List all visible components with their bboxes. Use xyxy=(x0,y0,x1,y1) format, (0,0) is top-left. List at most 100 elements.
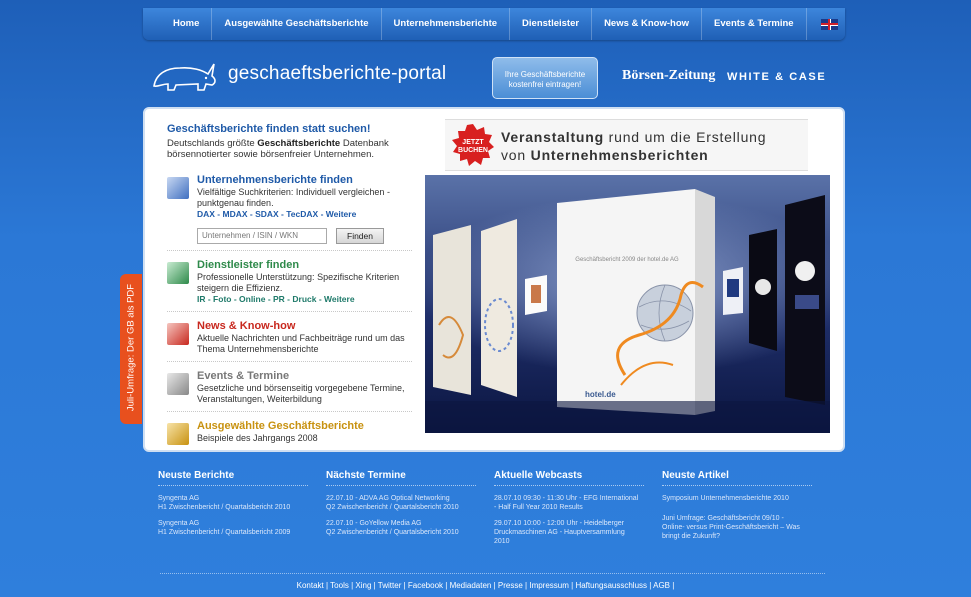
footer-entry[interactable]: 28.07.10 09:30 - 11:30 Uhr - EFG Interna… xyxy=(494,494,662,512)
section-desc: Professionelle Unterstützung: Spezifisch… xyxy=(197,272,400,293)
report-cover-left xyxy=(433,225,471,395)
banner-line1: Veranstaltung rund um die Erstellung xyxy=(501,129,766,145)
footer-link-kontakt[interactable]: Kontakt xyxy=(297,581,324,590)
footer-col-berichte: Neuste Berichte Syngenta AG H1 Zwischenb… xyxy=(158,470,326,546)
entry-line: Syngenta AG xyxy=(158,495,200,502)
main-panel: Geschäftsberichte finden statt suchen! D… xyxy=(143,107,845,452)
report-carousel: Geschäftsbericht 2009 der hotel.de AG ho… xyxy=(425,175,830,433)
footer-link-haftungsausschluss[interactable]: Haftungsausschluss xyxy=(575,581,647,590)
entry-line: Druckmaschinen AG - Hauptversammlung xyxy=(494,529,625,536)
report-showcase[interactable]: Geschäftsbericht 2009 der hotel.de AG ho… xyxy=(425,175,830,433)
footer-entry[interactable]: 22.07.10 - GoYellow Media AG Q2 Zwischen… xyxy=(326,519,494,537)
footer-col-title: Nächste Termine xyxy=(326,470,476,486)
entry-line: 29.07.10 10:00 - 12:00 Uhr - Heidelberge… xyxy=(494,520,624,527)
footer-columns: Neuste Berichte Syngenta AG H1 Zwischenb… xyxy=(158,470,838,546)
footer-entry[interactable]: Juni Umfrage: Geschäftsbericht 09/10 - O… xyxy=(662,514,830,541)
section-unternehmensberichte[interactable]: Unternehmensberichte finden Vielfältige … xyxy=(167,174,412,219)
service-providers-icon xyxy=(167,262,189,284)
section-title: Unternehmensberichte finden xyxy=(197,174,353,186)
index-links[interactable]: DAX - MDAX - SDAX - TecDAX - Weitere xyxy=(197,209,412,219)
section-events[interactable]: Events & Termine Gesetzliche und börsens… xyxy=(167,370,412,412)
site-logo[interactable]: geschaeftsberichte-portal xyxy=(150,56,446,92)
search-form: Unternehmen / ISIN / WKN Finden xyxy=(197,228,412,244)
intro-text-bold: Geschäftsberichte xyxy=(257,138,341,149)
nav-dienstleister[interactable]: Dienstleister xyxy=(510,8,593,40)
footer-col-termine: Nächste Termine 22.07.10 - ADVA AG Optic… xyxy=(326,470,494,546)
footer-col-webcasts: Aktuelle Webcasts 28.07.10 09:30 - 11:30… xyxy=(494,470,662,546)
footer-link-impressum[interactable]: Impressum xyxy=(529,581,569,590)
events-icon xyxy=(167,373,189,395)
reports-icon xyxy=(167,177,189,199)
selected-reports-icon xyxy=(167,423,189,445)
finder-intro: Deutschlands größte Geschäftsberichte Da… xyxy=(167,138,412,160)
section-title: Ausgewählte Geschäftsberichte xyxy=(197,420,364,432)
section-ausgewaehlte[interactable]: Ausgewählte Geschäftsberichte Beispiele … xyxy=(167,420,412,452)
footer-entry[interactable]: Syngenta AG H1 Zwischenbericht / Quartal… xyxy=(158,519,326,537)
banner-line2: von Unternehmensberichten xyxy=(501,147,709,163)
finder-column: Geschäftsberichte finden statt suchen! D… xyxy=(167,123,412,452)
footer-col-title: Aktuelle Webcasts xyxy=(494,470,644,486)
entry-line: Q2 Zwischenbericht / Quartalsbericht 201… xyxy=(326,504,459,511)
search-input[interactable]: Unternehmen / ISIN / WKN xyxy=(197,228,327,244)
site-name: geschaeftsberichte-portal xyxy=(228,63,447,84)
footer-entry[interactable]: 22.07.10 - ADVA AG Optical Networking Q2… xyxy=(326,494,494,512)
report-cover-beach xyxy=(481,219,517,397)
nav-news-know-how[interactable]: News & Know-how xyxy=(592,8,703,40)
section-desc: Beispiele des Jahrgangs 2008 xyxy=(197,433,318,443)
search-button[interactable]: Finden xyxy=(336,228,384,244)
cta-line1: Ihre Geschäftsberichte xyxy=(504,70,586,79)
footer-link-xing[interactable]: Xing xyxy=(355,581,371,590)
partner-white-case-logo[interactable]: WHITE & CASE xyxy=(727,71,826,83)
entry-line: Symposium Unternehmensberichte 2010 xyxy=(662,495,789,502)
book-now-badge-icon: JETZT BUCHEN xyxy=(452,124,494,166)
section-desc: Aktuelle Nachrichten und Fachbeiträge ru… xyxy=(197,333,405,354)
entry-line: H1 Zwischenbericht / Quartalsbericht 201… xyxy=(158,504,291,511)
top-nav: Home Ausgewählte Geschäftsberichte Unter… xyxy=(143,8,845,40)
footer-entry[interactable]: 29.07.10 10:00 - 12:00 Uhr - Heidelberge… xyxy=(494,519,662,546)
footer-entry[interactable]: Symposium Unternehmensberichte 2010 xyxy=(662,494,830,503)
footer-link-agb[interactable]: AGB xyxy=(653,581,670,590)
section-title: Dienstleister finden xyxy=(197,259,300,271)
register-reports-button[interactable]: Ihre Geschäftsberichte kostenfrei eintra… xyxy=(492,57,598,99)
entry-line: 22.07.10 - GoYellow Media AG xyxy=(326,520,422,527)
survey-side-tab-label: Juli-Umfrage: Der GB als PDF xyxy=(125,283,137,412)
footer-link-presse[interactable]: Presse xyxy=(498,581,523,590)
section-dienstleister[interactable]: Dienstleister finden Professionelle Unte… xyxy=(167,259,412,312)
entry-line: - Half Full Year 2010 Results xyxy=(494,504,583,511)
footer-divider xyxy=(160,573,825,574)
survey-side-tab[interactable]: Juli-Umfrage: Der GB als PDF xyxy=(120,274,142,424)
nav-events-termine[interactable]: Events & Termine xyxy=(702,8,807,40)
section-title: Events & Termine xyxy=(197,370,290,382)
footer-links: Kontakt | Tools | Xing | Twitter | Faceb… xyxy=(296,581,675,590)
entry-line: 28.07.10 09:30 - 11:30 Uhr - EFG Interna… xyxy=(494,495,639,502)
entry-line: Juni Umfrage: Geschäftsbericht 09/10 - xyxy=(662,515,784,522)
nav-unternehmensberichte[interactable]: Unternehmensberichte xyxy=(382,8,511,40)
card-title: Geschäftsbericht 2009 der hotel.de AG xyxy=(575,257,679,263)
uk-flag-icon[interactable] xyxy=(820,18,838,30)
entry-line: 2010 xyxy=(494,538,510,545)
entry-line: H1 Zwischenbericht / Quartalsbericht 200… xyxy=(158,529,291,536)
entry-line: 22.07.10 - ADVA AG Optical Networking xyxy=(326,495,450,502)
card-brand: hotel.de xyxy=(585,390,616,399)
nav-home[interactable]: Home xyxy=(143,8,213,40)
event-banner[interactable]: JETZT BUCHEN Veranstaltung rund um die E… xyxy=(445,119,808,171)
partner-boersen-zeitung-logo[interactable]: Börsen-Zeitung xyxy=(622,68,715,84)
entry-line: Online- versus Print-Geschäftsbericht – … xyxy=(662,524,800,531)
footer-entry[interactable]: Syngenta AG H1 Zwischenbericht / Quartal… xyxy=(158,494,326,512)
footer-link-twitter[interactable]: Twitter xyxy=(378,581,402,590)
badge-line2: BUCHEN xyxy=(458,147,488,154)
category-links[interactable]: IR - Foto - Online - PR - Druck - Weiter… xyxy=(197,294,412,304)
rhino-logo-icon xyxy=(153,63,216,91)
finder-headline: Geschäftsberichte finden statt suchen! xyxy=(167,123,371,135)
footer-link-tools[interactable]: Tools xyxy=(330,581,349,590)
footer-link-mediadaten[interactable]: Mediadaten xyxy=(450,581,492,590)
cta-line2: kostenfrei eintragen! xyxy=(508,80,582,89)
section-desc: Vielfältige Suchkriterien: Individuell v… xyxy=(197,187,390,208)
footer-col-title: Neuste Artikel xyxy=(662,470,812,486)
footer-link-facebook[interactable]: Facebook xyxy=(408,581,443,590)
banner-l1-bold: Veranstaltung xyxy=(501,129,604,145)
entry-line: Q2 Zwischenbericht / Quartalsbericht 201… xyxy=(326,529,459,536)
section-news[interactable]: News & Know-how Aktuelle Nachrichten und… xyxy=(167,320,412,362)
banner-l2-pre: von xyxy=(501,147,531,163)
nav-ausgewaehlte-geschaeftsberichte[interactable]: Ausgewählte Geschäftsberichte xyxy=(212,8,382,40)
